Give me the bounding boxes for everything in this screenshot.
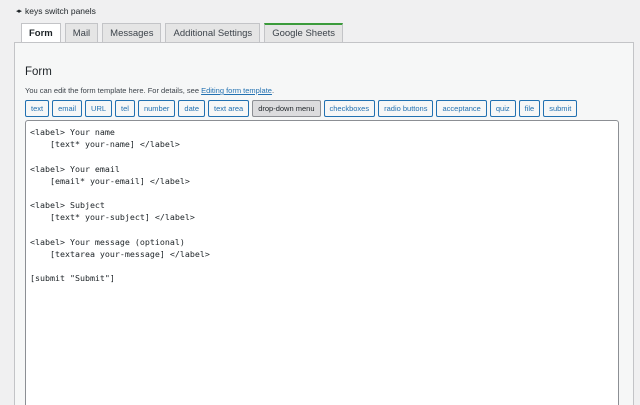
keys-hint-text: keys switch panels [25,6,96,16]
tag-date-button[interactable]: date [178,100,206,117]
tab-form[interactable]: Form [21,23,61,43]
tag-dropdown-menu-button[interactable]: drop-down menu [252,100,321,117]
panel-description-text: You can edit the form template here. For… [25,86,202,95]
form-panel: Form You can edit the form template here… [14,42,634,405]
editing-form-template-link[interactable]: Editing form template [201,86,272,95]
tab-mail[interactable]: Mail [64,23,99,42]
tab-form-label: Form [29,28,53,39]
tab-google-sheets[interactable]: Google Sheets [264,23,344,42]
tag-tel-button[interactable]: tel [115,100,135,117]
tag-textarea-button[interactable]: text area [208,100,250,117]
editor-line: <label> Subject [30,200,105,211]
panel-description-suffix: . [271,86,275,95]
editor-line: [textarea your-message] </label> [30,248,210,259]
editor-line: [email* your-email] </label> [30,175,190,186]
tag-acceptance-button[interactable]: acceptance [436,100,487,117]
tab-google-sheets-label: Google Sheets [272,28,336,39]
tag-checkboxes-button[interactable]: checkboxes [323,100,376,117]
arrows-icon: ◂▸ [16,8,22,15]
tag-url-button[interactable]: URL [85,100,113,117]
tag-file-button[interactable]: file [518,100,541,117]
editor-line: [submit "Submit"] [30,273,115,284]
tab-mail-label: Mail [72,27,91,39]
panel-tabs: Form Mail Messages Additional Settings G… [21,23,344,43]
tag-generator-toolbar: text email URL tel number date text area… [25,100,578,117]
editor-line: <label> Your name [30,127,115,137]
editor-line: <label> Your email [30,163,120,174]
tab-additional-settings[interactable]: Additional Settings [165,23,261,42]
panel-description: You can edit the form template here. For… [25,86,274,95]
tab-additional-settings-label: Additional Settings [173,27,253,39]
editor-line: <label> Your message (optional) [30,236,185,247]
editor-line: [text* your-name] </label> [30,139,180,150]
tag-text-button[interactable]: text [25,100,50,117]
tab-messages-label: Messages [110,27,154,39]
tag-radio-buttons-button[interactable]: radio buttons [378,100,434,117]
tag-quiz-button[interactable]: quiz [489,100,516,117]
editor-line: [text* your-subject] </label> [30,212,195,223]
tag-email-button[interactable]: email [52,100,83,117]
tab-messages[interactable]: Messages [102,23,162,42]
tag-submit-button[interactable]: submit [543,100,578,117]
keyboard-hint: ◂▸ keys switch panels [16,6,96,16]
form-template-editor[interactable]: <label> Your name [text* your-name] </la… [25,120,619,405]
panel-title: Form [25,66,52,78]
tag-number-button[interactable]: number [137,100,176,117]
